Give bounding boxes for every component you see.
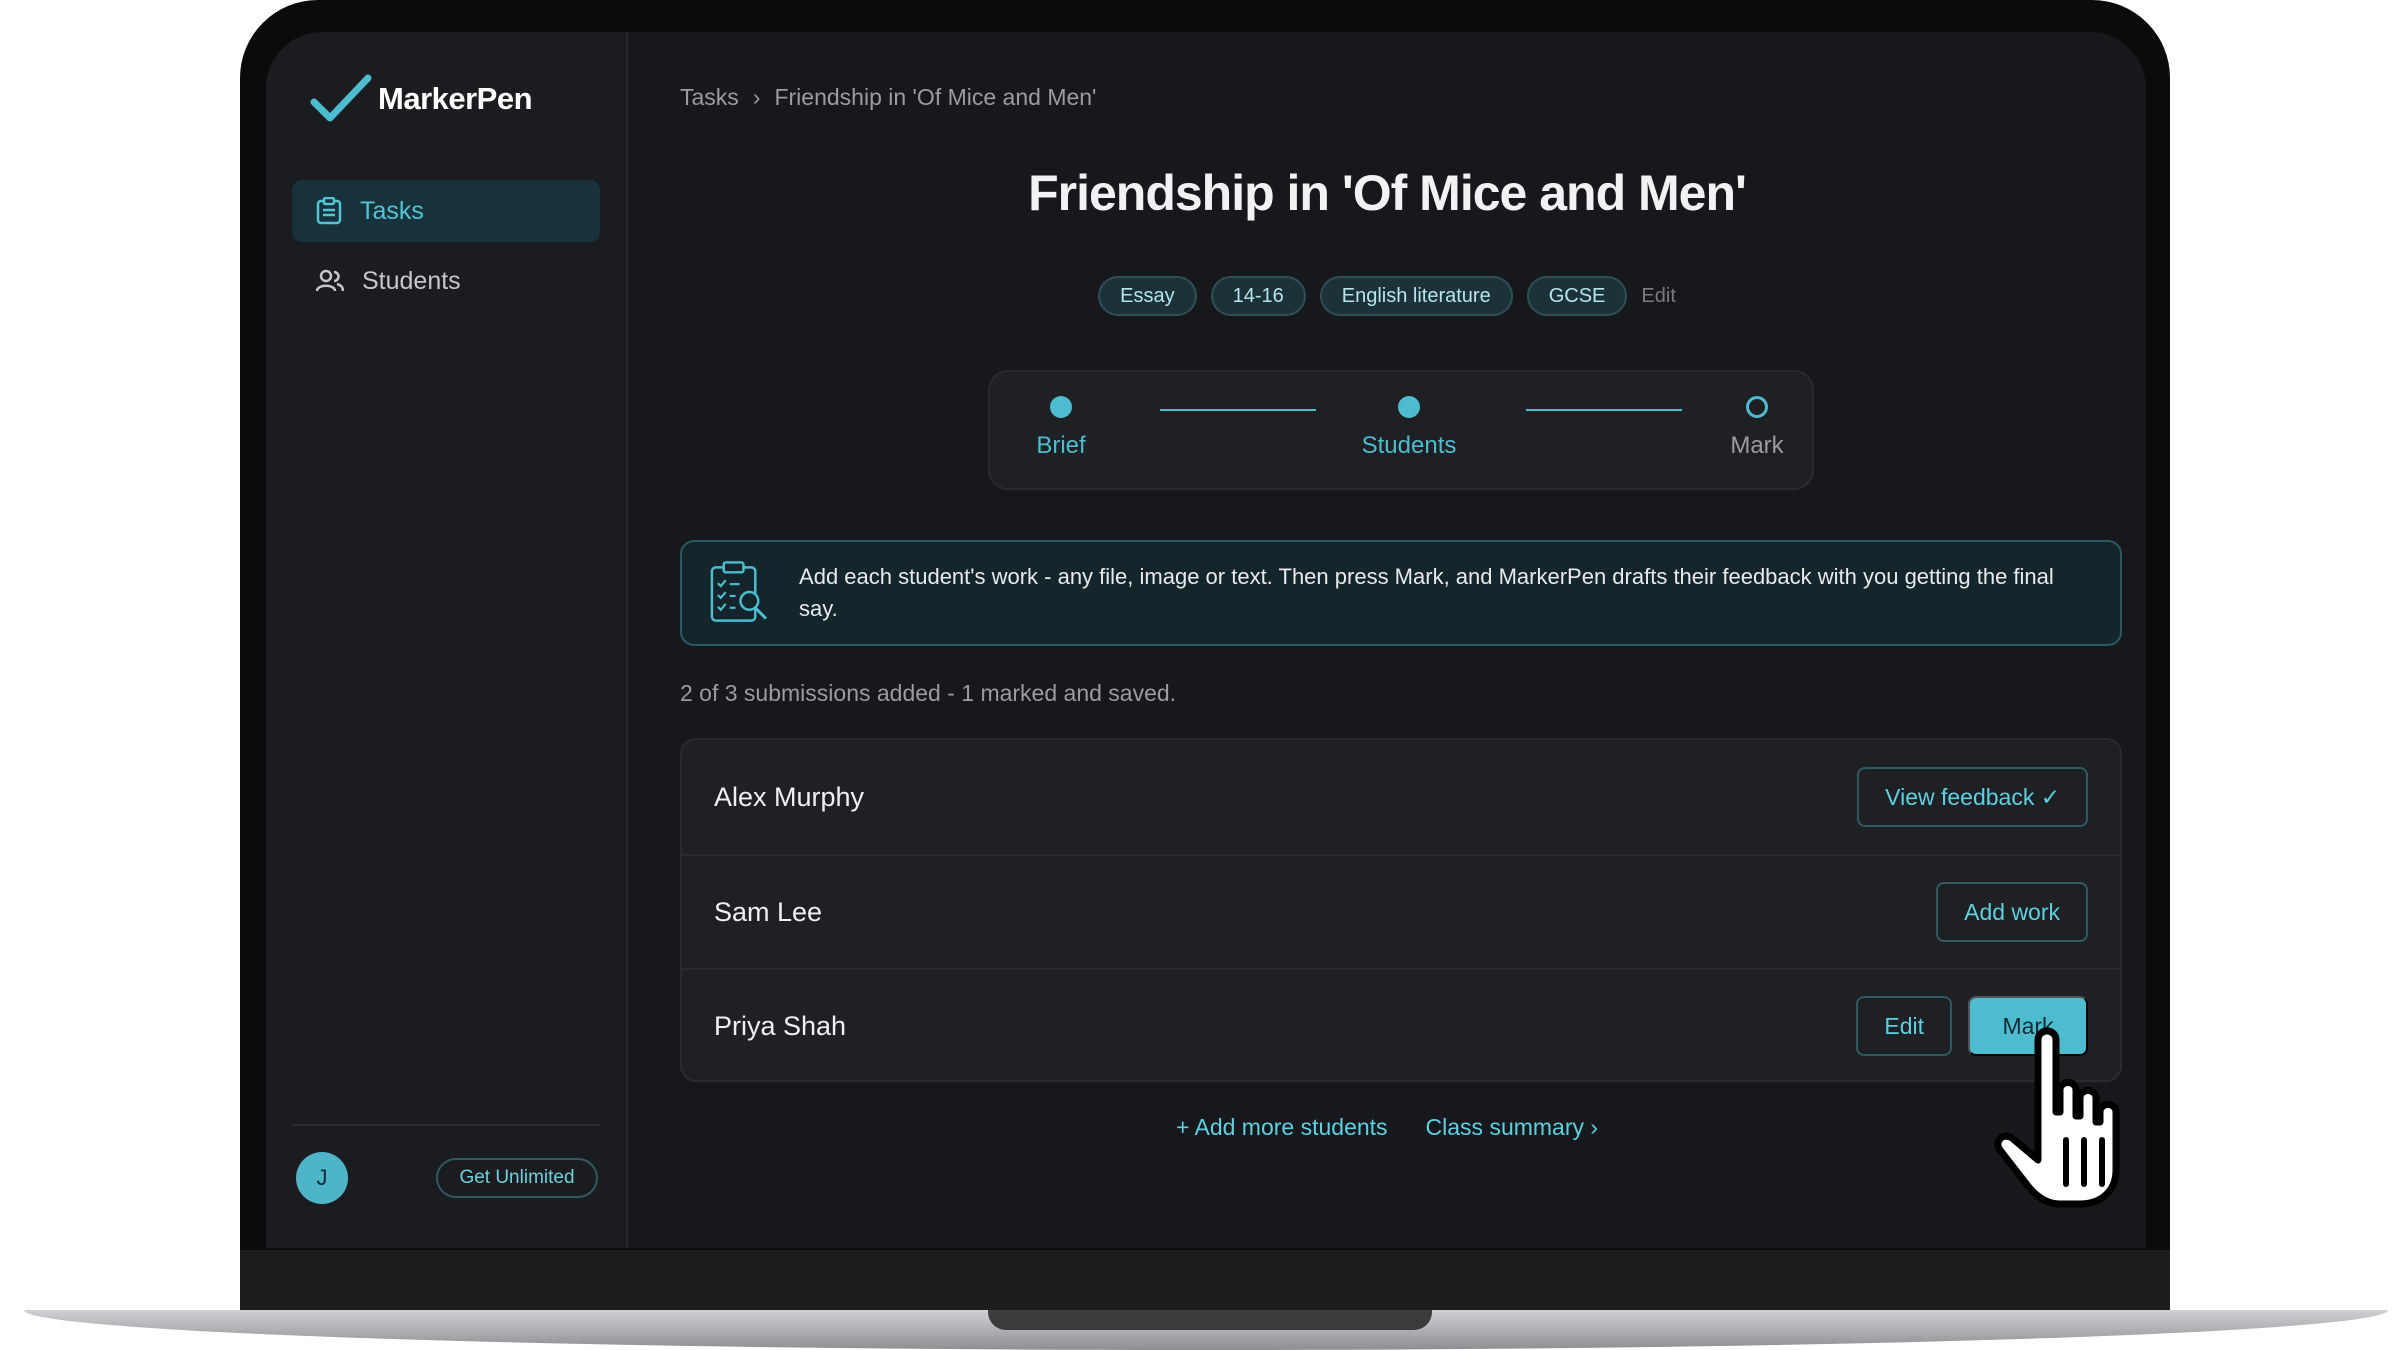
table-row: Priya Shah Edit Mark <box>682 968 2120 1080</box>
people-icon <box>316 269 344 292</box>
step-label: Students <box>1361 432 1457 459</box>
clipboard-search-icon <box>710 561 767 622</box>
stepper-connector <box>1160 409 1316 411</box>
table-row: Alex Murphy View feedback ✓ <box>682 740 2120 854</box>
step-brief[interactable]: Brief <box>991 396 1131 460</box>
step-current-dot <box>1398 396 1420 418</box>
step-complete-dot <box>1050 396 1072 418</box>
app-name: MarkerPen <box>378 81 533 116</box>
step-mark[interactable]: Mark <box>1687 396 1827 460</box>
student-name: Priya Shah <box>714 1010 847 1041</box>
sidebar-item-students[interactable]: Students <box>292 250 600 312</box>
breadcrumb: Tasks › Friendship in 'Of Mice and Men' <box>680 84 1096 111</box>
sidebar-item-label: Tasks <box>360 196 424 225</box>
app-window: MarkerPen Tasks Students J Get Unlimited <box>266 32 2146 1248</box>
stepper-connector <box>1526 409 1682 411</box>
info-banner: Add each student's work - any file, imag… <box>680 540 2122 646</box>
sidebar-item-tasks[interactable]: Tasks <box>292 180 600 242</box>
student-list: Alex Murphy View feedback ✓ Sam Lee Add … <box>680 738 2122 1082</box>
table-row: Sam Lee Add work <box>682 854 2120 968</box>
add-more-students-link[interactable]: + Add more students <box>1176 1114 1388 1141</box>
breadcrumb-separator: › <box>752 84 761 110</box>
step-pending-dot <box>1746 396 1768 418</box>
edit-tags-link[interactable]: Edit <box>1641 285 1675 308</box>
laptop-notch <box>988 1310 1432 1330</box>
list-footer: + Add more students Class summary › <box>628 1114 2146 1141</box>
sidebar-divider <box>292 1124 600 1126</box>
tag-age: 14-16 <box>1210 276 1306 316</box>
pointer-hand-icon <box>1994 1027 2120 1208</box>
tag-level: GCSE <box>1526 276 1628 316</box>
get-unlimited-button[interactable]: Get Unlimited <box>436 1158 598 1198</box>
sidebar: MarkerPen Tasks Students J Get Unlimited <box>266 32 628 1248</box>
page-title: Friendship in 'Of Mice and Men' <box>1028 165 1747 221</box>
step-label: Brief <box>1036 432 1086 459</box>
student-name: Alex Murphy <box>714 781 865 812</box>
checkmark-logo-icon <box>310 74 372 122</box>
main-content: Tasks › Friendship in 'Of Mice and Men' … <box>628 32 2146 1248</box>
edit-work-button[interactable]: Edit <box>1856 996 1952 1056</box>
progress-stepper: Brief Students Mark <box>988 370 1814 490</box>
submission-summary: 2 of 3 submissions added - 1 marked and … <box>680 680 1177 706</box>
breadcrumb-current: Friendship in 'Of Mice and Men' <box>774 84 1097 110</box>
banner-text: Add each student's work - any file, imag… <box>799 564 2054 621</box>
breadcrumb-tasks-link[interactable]: Tasks <box>680 84 739 111</box>
view-feedback-button[interactable]: View feedback ✓ <box>1857 767 2088 827</box>
laptop-hinge <box>240 1250 2170 1312</box>
class-summary-link[interactable]: Class summary › <box>1426 1114 1599 1141</box>
tag-type: Essay <box>1098 276 1197 316</box>
clipboard-icon <box>316 197 342 225</box>
step-label: Mark <box>1730 432 1784 459</box>
student-name: Sam Lee <box>714 896 823 927</box>
tag-subject: English literature <box>1319 276 1513 316</box>
add-work-button[interactable]: Add work <box>1936 882 2088 942</box>
avatar[interactable]: J <box>296 1152 348 1204</box>
app-logo[interactable]: MarkerPen <box>310 72 533 126</box>
task-tags: Essay 14-16 English literature GCSE Edit <box>628 276 2146 316</box>
step-students[interactable]: Students <box>1339 396 1479 460</box>
sidebar-item-label: Students <box>362 266 461 295</box>
